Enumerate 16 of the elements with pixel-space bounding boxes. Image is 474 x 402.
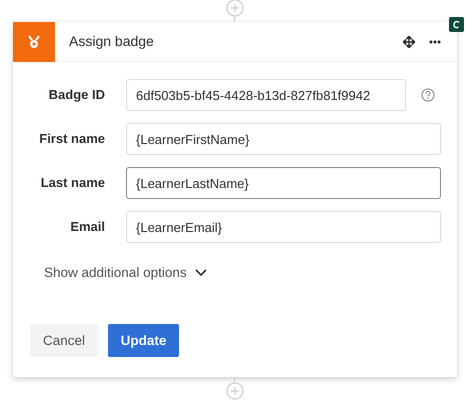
- field-label: First name: [38, 130, 105, 148]
- input-field[interactable]: {LearnerLastName}: [126, 167, 441, 199]
- cancel-button[interactable]: Cancel: [30, 324, 98, 358]
- additional-options-toggle[interactable]: Show additional options: [44, 263, 207, 284]
- move-icon[interactable]: [403, 36, 415, 48]
- update-button[interactable]: Update: [108, 324, 179, 358]
- input-field[interactable]: 6df503b5-bf45-4428-b13d-827fb81f9942: [126, 79, 406, 111]
- field-label: Email: [69, 218, 105, 236]
- field-label: Badge ID: [48, 86, 105, 104]
- input-field[interactable]: {LearnerFirstName}: [126, 123, 441, 155]
- help-icon[interactable]: [421, 88, 435, 102]
- more-icon[interactable]: [429, 40, 441, 44]
- chevron-icon: [194, 269, 207, 278]
- input-field[interactable]: {LearnerEmail}: [126, 211, 441, 243]
- field-label: Last name: [40, 174, 105, 192]
- card-title: Assign badge: [69, 32, 154, 51]
